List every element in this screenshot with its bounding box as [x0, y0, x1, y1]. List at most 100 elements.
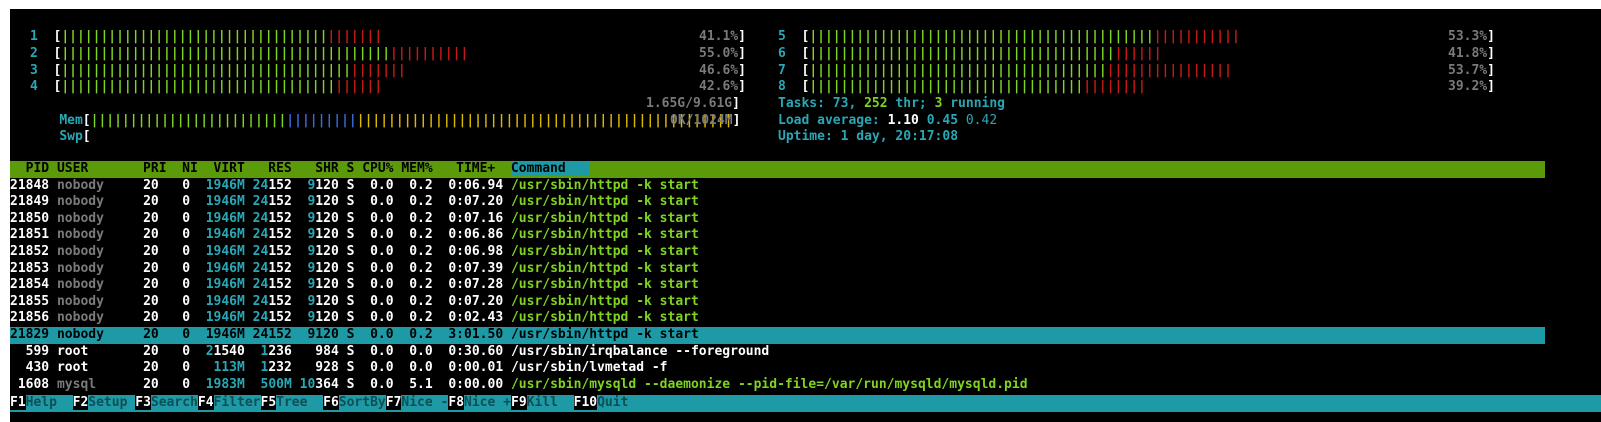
cpu-bar-user: ||||||||||||||||||||||||||||||||||||||||…: [809, 29, 1154, 45]
process-virt: 1946M: [197, 177, 245, 193]
load-label: Load average:: [778, 112, 880, 128]
process-user: nobody: [56, 210, 128, 226]
threads-count: 252: [864, 96, 888, 111]
mem-bar-used: |||||||||||||||||||||||||: [90, 112, 287, 128]
process-shr-low: 120: [315, 194, 339, 210]
process-row[interactable]: 21848 nobody 20 0 1946M 24152 9120 S 0.0…: [10, 178, 699, 195]
cpu-id: 5: [778, 29, 786, 45]
process-pri-ni: 20 0: [127, 210, 198, 226]
footer-key-f5[interactable]: F5: [260, 395, 277, 410]
cpu-percent: 55.0%: [699, 46, 739, 61]
process-virt: 1946M: [197, 293, 245, 309]
mem-value-wrap: 1.65G/9.61G]: [646, 96, 740, 111]
process-row[interactable]: 430 root 20 0 113M 1232 928 S 0.0 0.0 0:…: [10, 360, 668, 377]
footer-key-f1[interactable]: F1: [10, 395, 26, 410]
footer-key-f9[interactable]: F9: [511, 395, 527, 410]
footer-label[interactable]: Search: [151, 395, 198, 410]
process-pid: 21852: [10, 244, 50, 259]
cpu-id: 6: [778, 46, 786, 61]
process-virt: 1946M: [197, 210, 245, 226]
process-res-high: 24: [252, 244, 269, 259]
cpu-id: 1: [30, 29, 38, 45]
process-res-low: 152: [268, 210, 292, 226]
process-command: /usr/sbin/lvmetad -f: [510, 360, 668, 376]
process-row[interactable]: 21855 nobody 20 0 1946M 24152 9120 S 0.0…: [10, 294, 699, 311]
process-user: nobody: [56, 310, 128, 326]
process-stats: S 0.0 0.2 0:07.16: [338, 210, 511, 226]
cpu-id: 7: [778, 62, 786, 78]
mem-meter: Mem[||||||||||||||||||||||||||||||||||||…: [59, 112, 733, 128]
process-command: /usr/sbin/httpd -k start: [510, 210, 699, 226]
process-user: nobody: [56, 244, 128, 259]
process-res-low: 152: [268, 327, 292, 342]
process-pri-ni: 20 0: [127, 310, 198, 326]
process-res-high: 24: [252, 177, 269, 193]
cpu-percent: 53.3%: [1448, 29, 1488, 45]
process-pid: 21854: [10, 277, 50, 293]
process-shr-low: 120: [315, 310, 339, 326]
cpu-bar-system: ||||||: [335, 79, 383, 95]
process-table-header[interactable]: PID USER PRI NI VIRT RES SHR S CPU% MEM%…: [10, 161, 1545, 178]
process-virt: 1946M: [197, 194, 245, 210]
process-row[interactable]: 21851 nobody 20 0 1946M 24152 9120 S 0.0…: [10, 227, 699, 244]
cpu-percent: 42.6%: [699, 79, 739, 95]
process-res-low: 236: [268, 343, 292, 359]
footer-label[interactable]: Tree: [276, 395, 323, 410]
footer-key-f6[interactable]: F6: [323, 395, 339, 410]
footer-label[interactable]: Kill: [527, 395, 574, 410]
process-virt: 1946M: [197, 260, 245, 276]
process-row[interactable]: 21850 nobody 20 0 1946M 24152 9120 S 0.0…: [10, 211, 699, 228]
process-pid: 21855: [10, 293, 50, 309]
footer-label[interactable]: Nice -: [401, 395, 448, 410]
footer-key-f3[interactable]: F3: [135, 395, 151, 410]
process-shr-low: 120: [315, 277, 339, 293]
process-res-low: 232: [268, 360, 292, 376]
process-row[interactable]: 1608 mysql 20 0 1983M 500M 10364 S 0.0 5…: [10, 377, 1028, 394]
swp-value: 0K/1024M: [670, 112, 733, 128]
process-pri-ni: 20 0: [127, 194, 198, 210]
process-command: /usr/sbin/mysqld --daemonize --pid-file=…: [510, 376, 1028, 392]
cpu-id: 3: [30, 62, 38, 78]
footer-label[interactable]: SortBy: [339, 395, 386, 410]
header-columns[interactable]: PID USER PRI NI VIRT RES SHR S CPU% MEM%…: [10, 161, 511, 176]
process-row[interactable]: 21853 nobody 20 0 1946M 24152 9120 S 0.0…: [10, 261, 699, 278]
process-row[interactable]: 599 root 20 0 21540 1236 984 S 0.0 0.0 0…: [10, 343, 770, 361]
process-row[interactable]: 21849 nobody 20 0 1946M 24152 9120 S 0.0…: [10, 194, 699, 211]
process-stats: S 0.0 0.2 0:07.20: [338, 293, 511, 309]
process-pid: 430: [10, 360, 50, 376]
process-row[interactable]: 21852 nobody 20 0 1946M 24152 9120 S 0.0…: [10, 244, 699, 261]
footer-label[interactable]: Nice +: [464, 395, 511, 410]
cpu-bar-user: |||||||||||||||||||||||||||||||||||: [809, 79, 1084, 95]
footer-label[interactable]: Filter: [214, 395, 261, 410]
cpu-meter-5: 5 [|||||||||||||||||||||||||||||||||||||…: [778, 29, 1240, 45]
process-virt: 113M: [197, 360, 245, 376]
process-command: /usr/sbin/httpd -k start: [510, 244, 699, 259]
process-virt: 1983M: [197, 376, 245, 392]
process-command: /usr/sbin/httpd -k start: [510, 327, 699, 342]
process-pri-ni: 20 0: [127, 343, 198, 359]
footer-key-f8[interactable]: F8: [448, 395, 465, 410]
process-user: root: [56, 343, 128, 359]
swp-meter: Swp[: [59, 129, 91, 145]
cpu-pct-wrap: 46.6%]: [699, 62, 746, 78]
process-pid: 21856: [10, 310, 50, 326]
footer-key-f7[interactable]: F7: [385, 395, 402, 410]
footer-key-f2[interactable]: F2: [72, 395, 89, 410]
tasks-label: Tasks:: [778, 96, 825, 111]
process-user: nobody: [56, 327, 128, 342]
footer-key-f10[interactable]: F10: [573, 395, 598, 410]
process-pri-ni: 20 0: [127, 177, 198, 193]
process-row[interactable]: 21856 nobody 20 0 1946M 24152 9120 S 0.0…: [10, 310, 699, 327]
header-command[interactable]: Command: [510, 161, 590, 176]
process-pid: 21848: [10, 177, 50, 193]
cpu-bar-user: ||||||||||||||||||||||||||||||||||: [61, 29, 328, 45]
process-row[interactable]: 21854 nobody 20 0 1946M 24152 9120 S 0.0…: [10, 277, 699, 294]
footer-key-f4[interactable]: F4: [197, 395, 214, 410]
process-row[interactable]: 21829 nobody 20 0 1946M 24152 9120 S 0.0…: [10, 327, 1545, 344]
cpu-bar-system: ||||||: [1114, 46, 1162, 61]
cpu-meter-2: 2 [|||||||||||||||||||||||||||||||||||||…: [30, 46, 469, 61]
footer-label[interactable]: Quit: [597, 395, 628, 410]
footer-label[interactable]: Help: [26, 395, 73, 410]
uptime-line: Uptime: 1 day, 20:17:08: [778, 129, 958, 146]
footer-label[interactable]: Setup: [88, 395, 135, 410]
